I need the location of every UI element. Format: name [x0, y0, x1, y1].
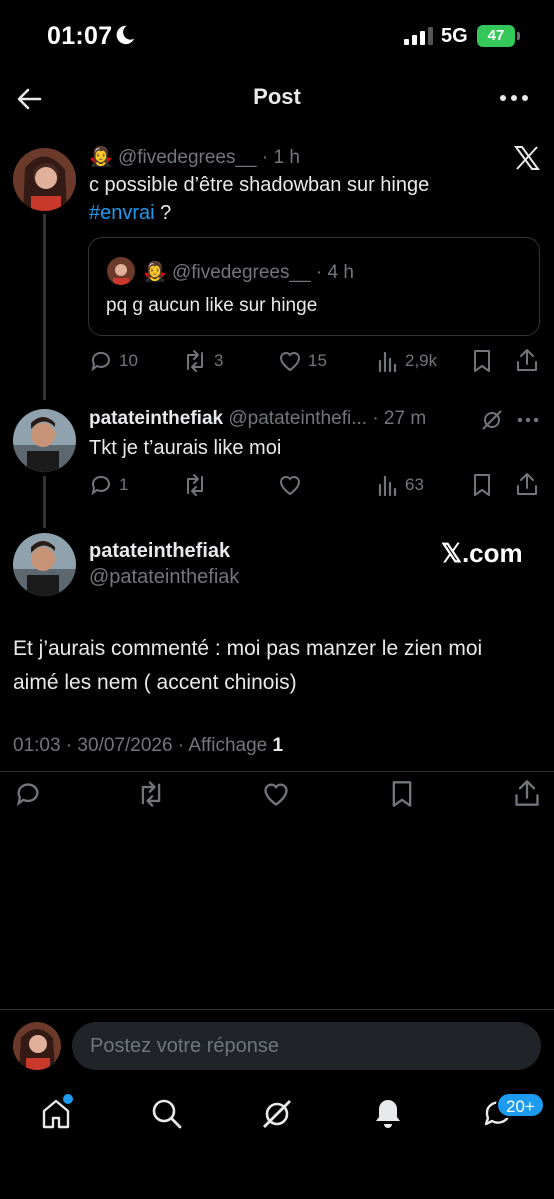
grok-icon[interactable] [481, 409, 503, 431]
hashtag-link[interactable]: #envrai [89, 202, 155, 224]
reply-icon [91, 475, 110, 496]
reply-button[interactable]: 10 [89, 349, 138, 373]
status-time: 01:07 [47, 22, 113, 50]
post-author-line[interactable]: 🧛‍♀️ @fivedegrees__ · 1 h [89, 145, 300, 169]
quote-time: · 4 h [315, 262, 354, 283]
main-author-name[interactable]: patateinthefiak [89, 540, 230, 563]
status-bar: 01:07 5G 47 [0, 0, 554, 72]
x-logo-icon [514, 146, 540, 170]
grok-icon[interactable] [260, 1097, 294, 1131]
reply-input[interactable]: Postez votre réponse [72, 1022, 541, 1070]
reply-time: · 27 m [372, 408, 427, 429]
divider [0, 771, 554, 772]
like-count: 15 [308, 351, 327, 370]
post-time: · 1 h [261, 147, 300, 168]
bookmark-icon[interactable] [471, 349, 493, 373]
quote-text: pq g aucun like sur hinge [106, 295, 318, 316]
quoted-post[interactable]: 🧛‍♀️ @fivedegrees__ · 4 h pq g aucun lik… [88, 237, 540, 336]
quote-avatar [107, 257, 135, 285]
repost-button[interactable]: 3 [182, 349, 223, 373]
author-handle[interactable]: @fivedegrees__ [118, 147, 257, 168]
repost-count: 3 [214, 351, 224, 370]
avatar-patateinthefiak[interactable] [13, 533, 76, 596]
post-timestamp: 01:03 · 30/07/2026 · Affichage [13, 735, 273, 756]
signal-icon [404, 27, 433, 45]
header: Post [0, 72, 554, 126]
like-button[interactable] [278, 473, 302, 497]
reply-placeholder: Postez votre réponse [90, 1035, 279, 1057]
post-views: 1 [272, 735, 284, 756]
more-options-icon[interactable] [498, 86, 530, 110]
battery-tip [517, 32, 520, 40]
like-button[interactable]: 15 [278, 349, 327, 373]
divider [0, 1009, 554, 1010]
heart-icon [279, 352, 301, 372]
main-author-handle[interactable]: @patateinthefiak [89, 566, 239, 589]
reply-icon [91, 351, 110, 372]
main-post-text: Et j’aurais commenté : moi pas manzer le… [13, 637, 483, 694]
avatar-patateinthefiak[interactable] [13, 409, 76, 472]
author-emoji: 🧛‍♀️ [89, 147, 113, 168]
thread-line [43, 476, 46, 528]
share-icon[interactable] [515, 348, 539, 372]
quote-emoji: 🧛‍♀️ [143, 262, 167, 283]
post-text-end: ? [154, 202, 172, 224]
heart-icon [279, 476, 301, 496]
moon-icon [116, 25, 135, 45]
reply-count: 10 [119, 351, 138, 370]
share-icon[interactable] [513, 779, 541, 807]
views-button[interactable]: 63 [377, 473, 424, 497]
page-title: Post [253, 84, 301, 109]
reply-author-name[interactable]: patateinthefiak [89, 408, 223, 429]
repost-icon[interactable] [136, 780, 166, 808]
x-com-watermark: 𝕏.com [441, 538, 523, 568]
post-text: c possible d’être shadowban sur hinge #e… [89, 171, 529, 227]
avatar-fivedegrees[interactable] [13, 148, 76, 211]
battery-icon: 47 [477, 25, 515, 47]
reply-author-handle[interactable]: @patateinthefi... [228, 408, 367, 429]
repost-icon [187, 474, 203, 496]
reply-text: Tkt je t’aurais like moi [89, 437, 282, 459]
battery-level: 47 [487, 27, 505, 44]
reply-button[interactable]: 1 [89, 473, 128, 497]
views-count: 63 [405, 475, 424, 494]
repost-icon [187, 350, 203, 372]
views-count: 2,9k [405, 351, 438, 370]
reply-author-line[interactable]: patateinthefiak @patateinthefi... · 27 m [89, 408, 426, 430]
search-icon[interactable] [150, 1097, 184, 1131]
views-button[interactable]: 2,9k [377, 349, 437, 373]
bookmark-icon[interactable] [389, 780, 415, 808]
main-post-meta: 01:03 · 30/07/2026 · Affichage 1 [13, 735, 283, 757]
reply-count: 1 [119, 475, 129, 494]
views-icon [378, 475, 397, 497]
home-notification-dot [63, 1094, 73, 1104]
notifications-icon[interactable] [371, 1097, 405, 1131]
reply-icon[interactable] [14, 780, 42, 808]
views-icon [378, 351, 397, 373]
repost-button[interactable] [182, 473, 208, 497]
quote-handle: @fivedegrees__ [171, 262, 311, 283]
thread-line [43, 214, 46, 400]
my-avatar[interactable] [13, 1022, 61, 1070]
heart-icon[interactable] [262, 780, 290, 808]
more-options-icon[interactable] [517, 417, 539, 423]
quote-author-line: 🧛‍♀️ @fivedegrees__ · 4 h [143, 260, 354, 284]
share-icon[interactable] [515, 472, 539, 496]
bookmark-icon[interactable] [471, 473, 493, 497]
network-label: 5G [441, 25, 468, 47]
post-text-body: c possible d’être shadowban sur hinge [89, 174, 430, 196]
messages-badge: 20+ [496, 1092, 545, 1118]
